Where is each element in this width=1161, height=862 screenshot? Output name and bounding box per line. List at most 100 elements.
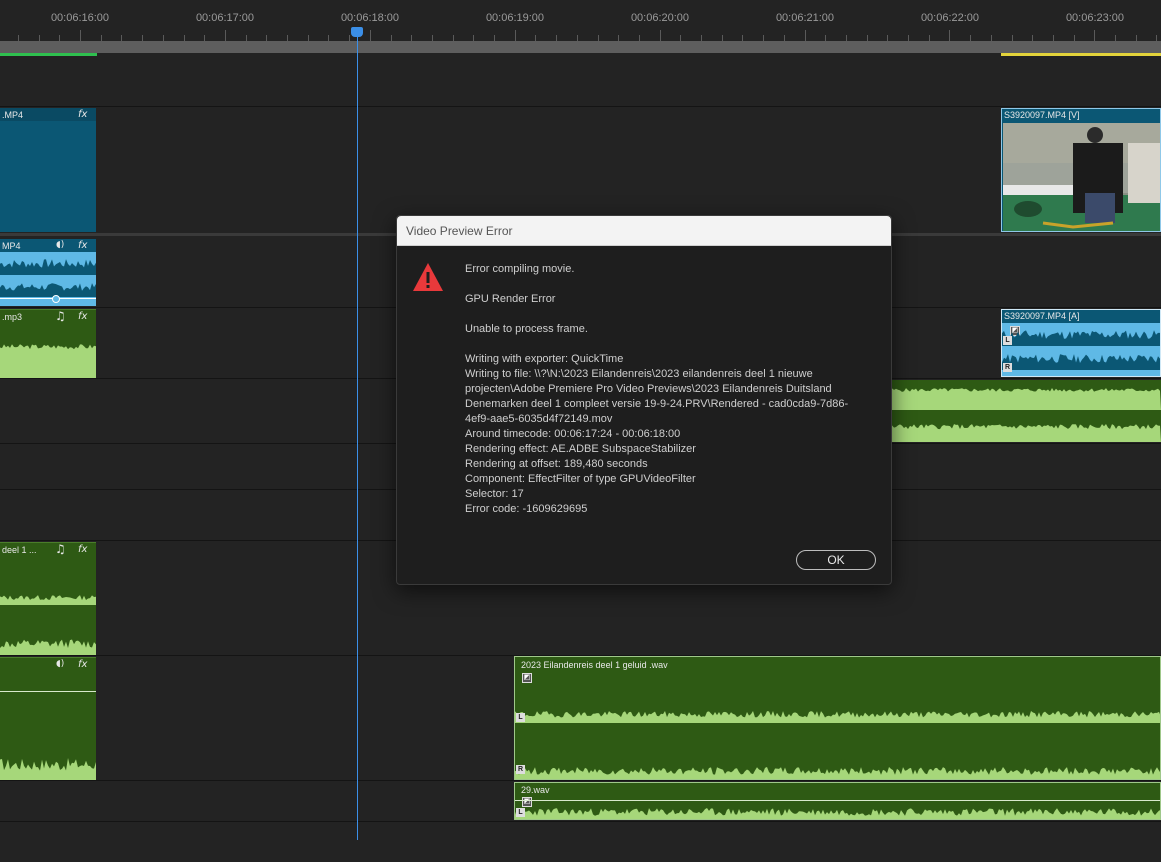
ruler-major-tick — [80, 30, 81, 41]
error-detail-line: Rendering at offset: 189,480 seconds — [465, 458, 648, 470]
waveform-path — [0, 595, 96, 605]
volume-line[interactable] — [0, 691, 96, 692]
audio-waveform — [515, 808, 1160, 819]
render-bar-green — [0, 53, 97, 56]
music-note-icon: ♫ — [55, 309, 66, 323]
waveform-path — [890, 388, 1161, 410]
error-detail-line: Error code: -1609629695 — [465, 503, 588, 515]
fx-badge-icon[interactable]: fx — [78, 659, 87, 670]
error-detail-line: Around timecode: 00:06:17:24 - 00:06:18:… — [465, 428, 681, 440]
ruler-major-tick — [369, 30, 371, 41]
fx-badge-icon[interactable]: fx — [78, 311, 87, 322]
warning-triangle-icon — [413, 263, 443, 291]
track-divider — [0, 821, 1161, 822]
fx-badge-icon[interactable]: fx — [78, 240, 87, 251]
video-clip[interactable]: S3920097.MP4 [V] — [1001, 108, 1161, 232]
waveform-path — [515, 808, 1160, 819]
error-dialog: Video Preview Error Error compiling movi… — [396, 215, 892, 585]
audio-clip[interactable]: 29.wav ◩ L — [514, 782, 1161, 820]
ruler-major-tick — [224, 30, 226, 41]
ruler-major-tick — [949, 30, 951, 41]
audio-clip[interactable]: 2023 Eilandenreis deel 1 geluid .wav ◩ L… — [514, 656, 1161, 780]
audio-waveform — [890, 388, 1161, 442]
audio-waveform — [1002, 330, 1160, 370]
audio-clip[interactable]: S3920097.MP4 [A] ◩ L R — [1001, 309, 1161, 377]
error-detail-line: Writing with exporter: QuickTime — [465, 353, 624, 365]
left-channel-label: L — [1003, 336, 1012, 345]
waveform-path — [0, 758, 96, 780]
waveform-path — [0, 259, 96, 275]
link-badge-icon: ◩ — [522, 673, 532, 683]
ruler-timecode: 00:06:16:00 — [50, 12, 110, 24]
ruler-major-tick — [659, 30, 661, 41]
waveform-path — [0, 639, 96, 655]
error-detail-line: 4ef9-aae5-6035d4f72149.mov — [465, 413, 613, 425]
clip-name: deel 1 ... — [2, 545, 37, 555]
speaker-icon[interactable]: ◖) — [56, 240, 64, 250]
audio-waveform — [0, 344, 96, 378]
error-heading: Error compiling movie. — [465, 263, 575, 275]
error-detail-line: Component: EffectFilter of type GPUVideo… — [465, 473, 696, 485]
waveform-path — [0, 283, 96, 297]
error-detail-line: projecten\Adobe Premiere Pro Video Previ… — [465, 383, 832, 395]
ruler-timecode: 00:06:21:00 — [775, 12, 835, 24]
clip-name: MP4 — [2, 241, 21, 251]
waveform-path — [1002, 330, 1160, 346]
clip-name: 29.wav — [521, 785, 550, 795]
track-divider — [0, 106, 1161, 107]
audio-clip[interactable] — [890, 380, 1161, 442]
ruler-major-tick — [514, 30, 516, 41]
video-thumbnail — [1003, 123, 1160, 231]
audio-waveform — [0, 758, 96, 780]
waveform-path — [0, 344, 96, 378]
left-channel-label: L — [516, 808, 525, 817]
ruler-timecode: 00:06:20:00 — [630, 12, 690, 24]
error-detail-line: Denemarken deel 1 compleet versie 19-9-2… — [465, 398, 849, 410]
audio-clip[interactable]: MP4 ◖) fx — [0, 239, 96, 306]
fx-badge-icon[interactable]: fx — [78, 544, 87, 555]
dialog-title: Video Preview Error — [406, 224, 513, 238]
track-divider — [0, 780, 1161, 781]
ok-button[interactable]: OK — [796, 550, 876, 570]
ruler-timecode: 00:06:23:00 — [1065, 12, 1125, 24]
right-channel-label: R — [1003, 363, 1012, 372]
error-type: GPU Render Error — [465, 293, 556, 305]
waveform-path — [515, 711, 1160, 723]
time-ruler[interactable]: 00:06:16:00 00:06:17:00 00:06:18:00 00:0… — [0, 0, 1161, 41]
ruler-timecode: 00:06:18:00 — [340, 12, 400, 24]
ruler-timecode: 00:06:19:00 — [485, 12, 545, 24]
fx-badge-icon[interactable]: fx — [78, 109, 87, 120]
waveform-path — [1002, 354, 1160, 370]
playhead-line[interactable] — [357, 30, 358, 840]
music-note-icon: ♫ — [55, 542, 66, 556]
audio-waveform — [0, 595, 96, 655]
clip-name: S3920097.MP4 [A] — [1004, 311, 1080, 321]
audio-clip[interactable]: ◖) fx — [0, 657, 96, 780]
video-clip[interactable]: .MP4 fx — [0, 108, 96, 232]
waveform-path — [515, 767, 1160, 779]
dialog-title-bar[interactable]: Video Preview Error — [397, 216, 891, 246]
audio-waveform — [515, 711, 1160, 779]
audio-clip[interactable]: .mp3 ♫ fx — [0, 309, 96, 378]
clip-name: 2023 Eilandenreis deel 1 geluid .wav — [521, 660, 668, 670]
render-bar-yellow — [1001, 53, 1161, 56]
error-detail-line: Writing to file: \\?\N:\2023 Eilandenrei… — [465, 368, 813, 380]
playhead-handle[interactable] — [351, 27, 363, 37]
keyframe-handle[interactable] — [52, 295, 60, 303]
clip-name: .mp3 — [2, 312, 23, 322]
error-details: Writing with exporter: QuickTime Writing… — [465, 352, 875, 517]
speaker-icon[interactable]: ◖) — [56, 659, 64, 669]
right-channel-label: R — [516, 765, 525, 774]
volume-line[interactable] — [0, 298, 96, 299]
ruler-timecode: 00:06:17:00 — [195, 12, 255, 24]
left-channel-label: L — [516, 713, 525, 722]
waveform-path — [890, 424, 1161, 442]
ruler-timecode: 00:06:22:00 — [920, 12, 980, 24]
audio-clip[interactable]: deel 1 ... ♫ fx — [0, 542, 96, 655]
clip-name: .MP4 — [2, 110, 24, 120]
work-area-bar[interactable] — [0, 41, 1161, 53]
clip-name: S3920097.MP4 [V] — [1004, 110, 1080, 120]
ruler-major-tick — [804, 30, 806, 41]
error-detail-line: Selector: 17 — [465, 488, 524, 500]
error-reason: Unable to process frame. — [465, 323, 588, 335]
